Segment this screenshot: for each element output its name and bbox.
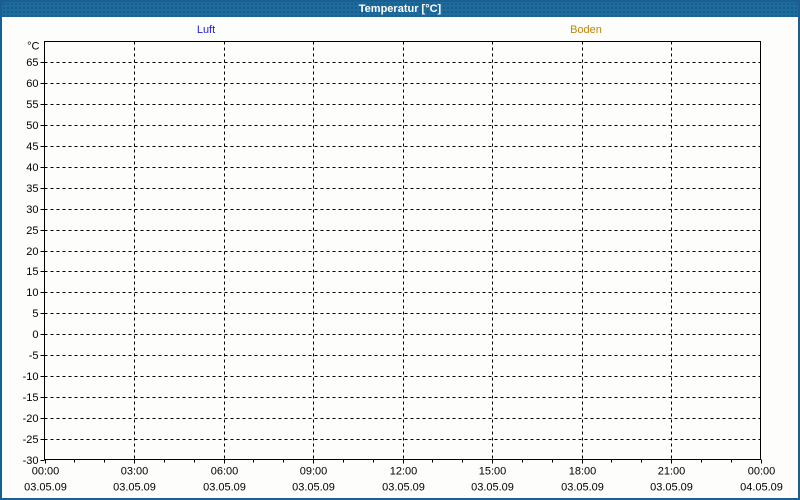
svg-text:5: 5: [32, 308, 38, 320]
svg-text:21:00: 21:00: [658, 466, 686, 478]
svg-text:03.05.09: 03.05.09: [113, 482, 156, 494]
chart-area: 65 60 55 50 45 40 35 30 25 20 15 10 5 0 -5 -10 -15 -20 -25…: [2, 2, 798, 498]
svg-text:03.05.09: 03.05.09: [292, 482, 335, 494]
svg-text:00:00: 00:00: [32, 466, 60, 478]
svg-text:03.05.09: 03.05.09: [561, 482, 604, 494]
svg-text:03.05.09: 03.05.09: [203, 482, 246, 494]
svg-text:03:00: 03:00: [121, 466, 149, 478]
svg-text:0: 0: [32, 329, 38, 341]
svg-text:04.05.09: 04.05.09: [740, 482, 783, 494]
svg-text:03.05.09: 03.05.09: [24, 482, 67, 494]
svg-text:-15: -15: [23, 392, 39, 404]
svg-text:25: 25: [26, 225, 38, 237]
svg-text:35: 35: [26, 183, 38, 195]
svg-text:03.05.09: 03.05.09: [650, 482, 693, 494]
svg-text:03.05.09: 03.05.09: [382, 482, 425, 494]
svg-text:20: 20: [26, 246, 38, 258]
svg-text:03.05.09: 03.05.09: [471, 482, 514, 494]
axis-labels: 65605550454035302520151050-5-10-15-20-25…: [23, 41, 783, 494]
svg-text:45: 45: [26, 141, 38, 153]
svg-text:10: 10: [26, 287, 38, 299]
gridlines: [44, 41, 761, 460]
svg-text:40: 40: [26, 162, 38, 174]
temperature-chart-canvas: 65605550454035302520151050-5-10-15-20-25…: [23, 41, 783, 494]
svg-text:00:00: 00:00: [748, 466, 776, 478]
svg-text:09:00: 09:00: [300, 466, 328, 478]
svg-text:55: 55: [26, 99, 38, 111]
svg-text:60: 60: [26, 78, 38, 90]
svg-text:15:00: 15:00: [479, 466, 507, 478]
svg-text:°C: °C: [27, 41, 39, 53]
svg-text:-20: -20: [23, 413, 39, 425]
svg-text:50: 50: [26, 120, 38, 132]
svg-text:-25: -25: [23, 434, 39, 446]
svg-text:12:00: 12:00: [390, 466, 418, 478]
svg-text:15: 15: [26, 266, 38, 278]
svg-text:06:00: 06:00: [211, 466, 239, 478]
svg-text:30: 30: [26, 204, 38, 216]
svg-text:18:00: 18:00: [569, 466, 597, 478]
svg-text:-5: -5: [29, 350, 39, 362]
svg-text:-10: -10: [23, 371, 39, 383]
svg-text:65: 65: [26, 57, 38, 69]
window-frame: Temperatur [°C] Luft Boden 65 60 55 50 45 40 3…: [0, 0, 800, 500]
